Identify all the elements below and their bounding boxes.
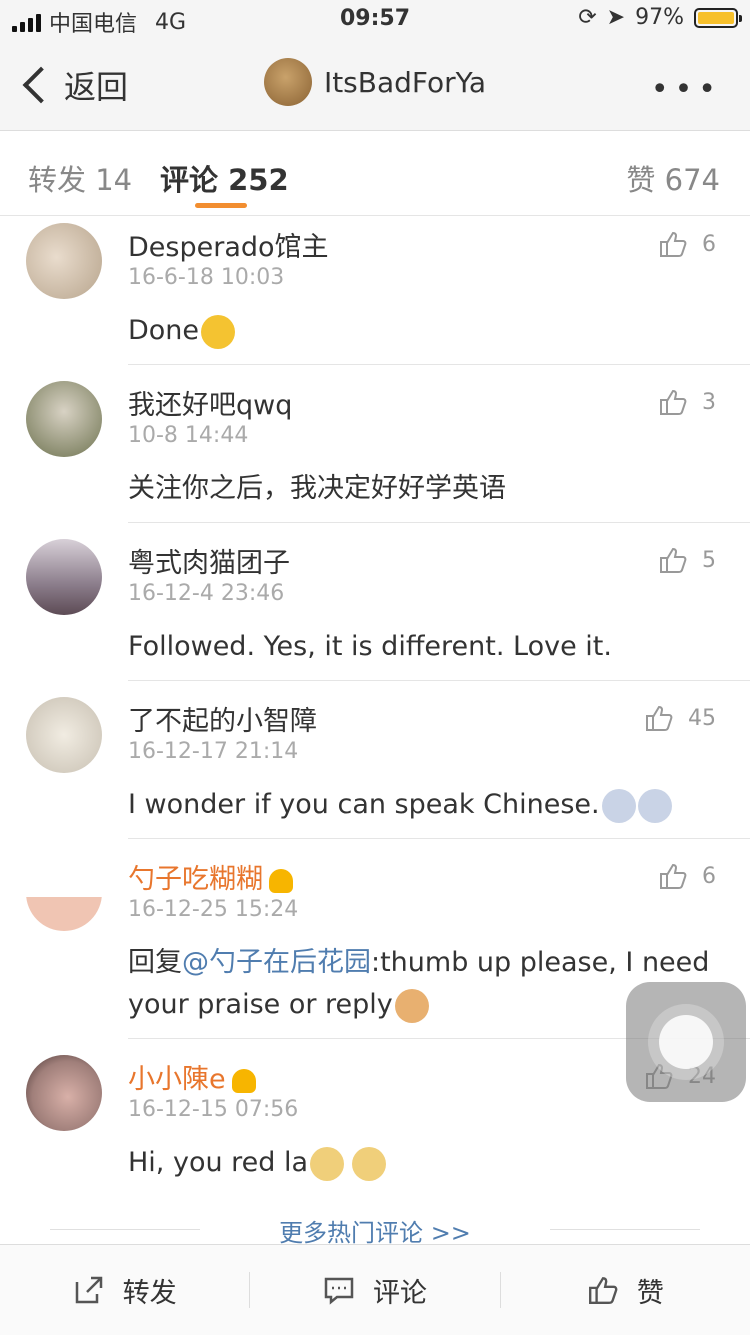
- avatar: [263, 58, 312, 106]
- more-hot-comments: 更多热门评论 >>: [0, 1213, 750, 1248]
- tab-comments[interactable]: 评论 252: [160, 157, 289, 199]
- nav-bar: 返回 ItsBadForYa •••: [0, 40, 750, 131]
- like-button[interactable]: 赞: [501, 1245, 750, 1335]
- comment-author[interactable]: 粤式肉猫团子: [128, 541, 290, 580]
- doge-emoji-icon: [310, 1146, 345, 1181]
- like-count: 5: [702, 547, 716, 573]
- like-count: 6: [702, 863, 716, 889]
- thumb-up-icon: [588, 1277, 618, 1304]
- husky-emoji-icon: [637, 788, 672, 823]
- status-bar: 中国电信 4G 09:57 ⟳ ➤ 97%: [0, 0, 750, 40]
- comment-text: Followed. Yes, it is different. Love it.: [128, 631, 612, 662]
- comment-time: 16-6-18 10:03: [128, 265, 285, 290]
- comment-item[interactable]: Desperado馆主 16-6-18 10:03 Done 6: [0, 215, 750, 365]
- comment-label: 评论: [372, 1277, 427, 1309]
- like-button[interactable]: 6: [658, 861, 716, 891]
- battery-icon: [694, 7, 742, 28]
- battery-percent: 97%: [635, 5, 684, 30]
- avatar[interactable]: [26, 697, 102, 773]
- comment-time: 10-8 14:44: [128, 423, 249, 448]
- like-button[interactable]: 45: [644, 703, 716, 733]
- avatar[interactable]: [26, 855, 102, 931]
- cat-emoji-icon: [394, 988, 429, 1023]
- assistive-touch-button[interactable]: [626, 982, 746, 1102]
- like-button[interactable]: 6: [658, 229, 716, 259]
- divider: [128, 522, 750, 523]
- divider: [128, 680, 750, 681]
- comment-text: 关注你之后，我决定好好学英语: [128, 473, 506, 504]
- thumb-up-icon: [660, 231, 687, 257]
- repost-button[interactable]: 转发: [0, 1245, 249, 1335]
- repost-label: 转发: [122, 1277, 177, 1309]
- comment-item[interactable]: 粤式肉猫团子 16-12-4 23:46 Followed. Yes, it i…: [0, 531, 750, 681]
- comment-author[interactable]: 我还好吧qwq: [128, 383, 292, 422]
- status-right: ⟳ ➤ 97%: [578, 5, 742, 30]
- rotation-lock-icon: ⟳: [578, 5, 597, 30]
- like-button[interactable]: 3: [658, 387, 716, 417]
- vip-crown-icon: [269, 868, 293, 893]
- comment-icon: [324, 1277, 354, 1305]
- like-button[interactable]: 5: [658, 545, 716, 575]
- comment-text: Hi, you red la: [128, 1142, 713, 1184]
- like-count: 3: [702, 389, 716, 415]
- location-icon: ➤: [606, 5, 626, 30]
- mention-link[interactable]: @勺子在后花园: [182, 947, 371, 978]
- title-text: ItsBadForYa: [323, 65, 487, 99]
- comment-text: I wonder if you can speak Chinese.: [128, 784, 713, 826]
- thumb-up-icon: [660, 389, 687, 415]
- comment-button[interactable]: 评论: [250, 1245, 499, 1335]
- comment-time: 16-12-15 07:56: [128, 1097, 299, 1122]
- comment-author[interactable]: 了不起的小智障: [128, 699, 317, 738]
- avatar[interactable]: [26, 223, 102, 299]
- vip-crown-icon: [231, 1068, 256, 1093]
- divider: [128, 838, 750, 839]
- more-icon[interactable]: •••: [651, 72, 722, 107]
- smile-emoji-icon: [201, 314, 236, 349]
- comment-text: Done: [128, 310, 713, 352]
- comment-time: 16-12-4 23:46: [128, 581, 285, 606]
- divider: [128, 364, 750, 365]
- tab-likes[interactable]: 赞 674: [626, 157, 720, 199]
- comment-author[interactable]: Desperado馆主: [128, 225, 329, 264]
- husky-emoji-icon: [601, 788, 636, 823]
- tabs: 转发 14 评论 252 赞 674: [0, 131, 750, 216]
- thumb-up-icon: [646, 705, 673, 731]
- like-count: 6: [702, 231, 716, 257]
- divider: [50, 1229, 200, 1230]
- comment-time: 16-12-25 15:24: [128, 897, 299, 922]
- page-title[interactable]: ItsBadForYa: [0, 58, 750, 106]
- comment-item[interactable]: 了不起的小智障 16-12-17 21:14 I wonder if you c…: [0, 689, 750, 839]
- bottom-toolbar: 转发 评论 赞: [0, 1244, 750, 1335]
- avatar[interactable]: [26, 381, 102, 457]
- share-icon: [75, 1276, 102, 1304]
- avatar[interactable]: [26, 1055, 102, 1131]
- divider: [550, 1229, 700, 1230]
- comment-author[interactable]: 小小陳e: [128, 1057, 256, 1096]
- more-hot-comments-link[interactable]: 更多热门评论 >>: [279, 1219, 471, 1247]
- thumb-up-icon: [660, 547, 687, 573]
- doge-emoji-icon: [352, 1146, 387, 1181]
- comment-item[interactable]: 我还好吧qwq 10-8 14:44 关注你之后，我决定好好学英语 3: [0, 373, 750, 523]
- comment-author[interactable]: 勺子吃糊糊: [128, 857, 293, 896]
- active-tab-indicator: [195, 203, 247, 208]
- like-label: 赞: [636, 1277, 664, 1309]
- comment-time: 16-12-17 21:14: [128, 739, 299, 764]
- thumb-up-icon: [660, 863, 687, 889]
- tab-repost[interactable]: 转发 14: [28, 157, 132, 199]
- like-count: 45: [688, 705, 716, 731]
- avatar[interactable]: [26, 539, 102, 615]
